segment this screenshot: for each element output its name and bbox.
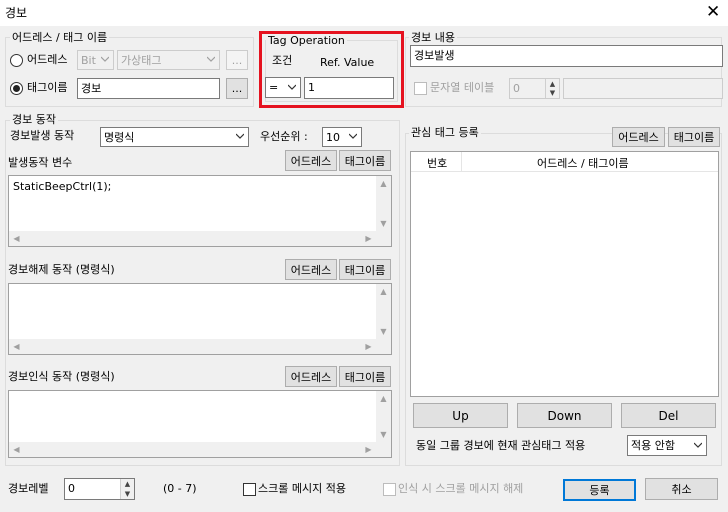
chevron-down-icon: [349, 133, 357, 139]
alarm-action-legend: 경보 동작: [10, 113, 58, 126]
ack-address-button[interactable]: 어드레스: [285, 366, 337, 387]
string-table-spinner[interactable]: 0 ▲ ▼: [509, 78, 560, 99]
tagname-radio-label: 태그이름: [27, 81, 68, 94]
column-divider: [461, 152, 462, 172]
watch-tagname-button[interactable]: 태그이름: [668, 127, 720, 147]
chevron-down-icon: [236, 133, 244, 139]
horizontal-scrollbar[interactable]: ◀ ▶: [9, 339, 376, 354]
release-script-textarea[interactable]: ▲ ▼ ◀ ▶: [8, 283, 392, 355]
scroll-up-icon[interactable]: ▲: [376, 391, 391, 406]
tagname-radio[interactable]: [10, 82, 23, 95]
ack-action-label: 경보인식 동작 (명령식): [8, 370, 115, 383]
register-button[interactable]: 등록: [563, 479, 636, 501]
apply-group-label: 동일 그룹 경보에 현재 관심태그 적용: [416, 439, 586, 452]
down-button[interactable]: Down: [517, 403, 612, 428]
scroll-left-icon[interactable]: ◀: [9, 442, 24, 457]
chevron-down-icon: [207, 56, 215, 62]
scroll-message-label: 스크롤 메시지 적용: [258, 482, 346, 495]
ack-scroll-checkbox[interactable]: [383, 483, 396, 496]
release-action-label: 경보해제 동작 (명령식): [8, 263, 115, 276]
release-address-button[interactable]: 어드레스: [285, 259, 337, 280]
scroll-corner: [376, 231, 391, 246]
highlight-box: [259, 31, 404, 108]
alarm-content-legend: 경보 내용: [409, 31, 457, 44]
horizontal-scrollbar[interactable]: ◀ ▶: [9, 442, 376, 457]
trigger-select[interactable]: 명령식: [100, 127, 249, 147]
trigger-address-button[interactable]: 어드레스: [285, 150, 337, 171]
column-header-address[interactable]: 어드레스 / 태그이름: [537, 155, 629, 171]
tagname-input[interactable]: 경보: [77, 78, 220, 99]
apply-select[interactable]: 적용 안함: [627, 435, 707, 456]
scroll-right-icon[interactable]: ▶: [361, 339, 376, 354]
watch-address-button[interactable]: 어드레스: [612, 127, 665, 147]
tagname-browse-button[interactable]: ...: [226, 78, 248, 99]
ack-scroll-label: 인식 시 스크롤 메시지 해제: [398, 482, 524, 495]
address-browse-button[interactable]: ...: [226, 50, 248, 70]
chevron-down-icon: [101, 56, 109, 62]
scroll-right-icon[interactable]: ▶: [361, 231, 376, 246]
trigger-script-textarea[interactable]: StaticBeepCtrl(1); ▲ ▼ ◀ ▶: [8, 175, 392, 247]
spin-down-icon[interactable]: ▼: [121, 489, 134, 499]
string-table-display: [563, 78, 723, 99]
title-bar: 경보 ✕: [0, 0, 728, 26]
string-table-label: 문자열 테이블: [430, 81, 495, 94]
address-radio-label: 어드레스: [27, 53, 68, 66]
priority-select[interactable]: 10: [322, 127, 362, 147]
virtual-tag-value: 가상태그: [121, 54, 162, 67]
list-header: 번호 어드레스 / 태그이름: [411, 152, 718, 172]
trigger-tagname-button[interactable]: 태그이름: [339, 150, 391, 171]
alarm-level-range: (0 - 7): [163, 482, 197, 495]
ack-tagname-button[interactable]: 태그이름: [339, 366, 391, 387]
trigger-var-label: 발생동작 변수: [8, 156, 73, 169]
ack-script-textarea[interactable]: ▲ ▼ ◀ ▶: [8, 390, 392, 458]
watch-tag-list[interactable]: 번호 어드레스 / 태그이름: [410, 151, 719, 397]
priority-label: 우선순위 :: [260, 130, 308, 143]
del-button[interactable]: Del: [621, 403, 716, 428]
address-group-legend: 어드레스 / 태그 이름: [10, 31, 110, 44]
trigger-value: 명령식: [104, 131, 135, 144]
bit-select[interactable]: Bit: [77, 50, 114, 70]
spin-buttons[interactable]: ▲ ▼: [545, 79, 559, 98]
scroll-message-checkbox[interactable]: [243, 483, 256, 496]
spin-buttons[interactable]: ▲ ▼: [120, 479, 134, 499]
trigger-label: 경보발생 동작: [10, 129, 75, 142]
scroll-right-icon[interactable]: ▶: [361, 442, 376, 457]
alarm-text-input[interactable]: 경보발생: [410, 45, 723, 67]
scroll-corner: [376, 339, 391, 354]
close-icon[interactable]: ✕: [706, 2, 720, 22]
vertical-scrollbar[interactable]: ▲ ▼: [376, 391, 391, 442]
vertical-scrollbar[interactable]: ▲ ▼: [376, 284, 391, 339]
trigger-script-text: StaticBeepCtrl(1);: [13, 180, 112, 193]
spin-down-icon[interactable]: ▼: [546, 89, 559, 99]
chevron-down-icon: [694, 442, 702, 448]
scroll-left-icon[interactable]: ◀: [9, 339, 24, 354]
apply-select-value: 적용 안함: [631, 439, 675, 452]
column-header-number[interactable]: 번호: [427, 155, 447, 171]
scroll-left-icon[interactable]: ◀: [9, 231, 24, 246]
up-button[interactable]: Up: [413, 403, 508, 428]
vertical-scrollbar[interactable]: ▲ ▼: [376, 176, 391, 231]
scroll-up-icon[interactable]: ▲: [376, 284, 391, 299]
scroll-down-icon[interactable]: ▼: [376, 427, 391, 442]
scroll-down-icon[interactable]: ▼: [376, 216, 391, 231]
alarm-level-value: 0: [68, 482, 75, 495]
cancel-button[interactable]: 취소: [645, 478, 718, 500]
scroll-corner: [376, 442, 391, 457]
scroll-down-icon[interactable]: ▼: [376, 324, 391, 339]
window-title: 경보: [5, 6, 28, 20]
string-table-checkbox[interactable]: [414, 82, 427, 95]
release-tagname-button[interactable]: 태그이름: [339, 259, 391, 280]
priority-value: 10: [326, 131, 340, 144]
virtual-tag-select[interactable]: 가상태그: [117, 50, 220, 70]
alarm-level-spinner[interactable]: 0 ▲ ▼: [64, 478, 135, 500]
bit-select-value: Bit: [81, 54, 96, 67]
string-table-value: 0: [513, 82, 520, 95]
address-radio[interactable]: [10, 54, 23, 67]
scroll-up-icon[interactable]: ▲: [376, 176, 391, 191]
alarm-level-label: 경보레벨: [8, 482, 49, 495]
horizontal-scrollbar[interactable]: ◀ ▶: [9, 231, 376, 246]
watch-tags-legend: 관심 태그 등록: [409, 126, 481, 139]
